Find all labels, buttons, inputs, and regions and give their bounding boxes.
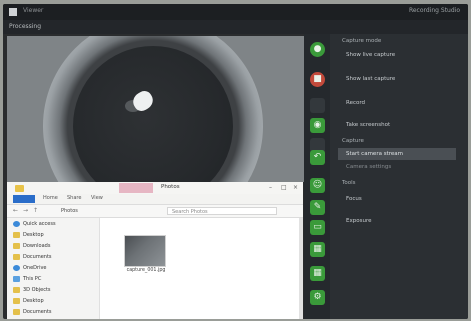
- pc-icon: [13, 275, 20, 282]
- undo-icon[interactable]: ↶: [310, 150, 325, 165]
- menu-item-record[interactable]: Record: [346, 100, 365, 106]
- navigation-pane: Quick access Desktop Downloads Documents…: [7, 218, 100, 319]
- explorer-title: Photos: [161, 184, 180, 190]
- folder-icon: [13, 286, 20, 293]
- star-icon: [13, 220, 20, 227]
- address-bar: ← → ↑ Photos Search Photos: [7, 205, 303, 218]
- tab-share[interactable]: Share: [67, 195, 81, 201]
- back-icon[interactable]: ←: [13, 207, 18, 214]
- folder-icon: [13, 242, 20, 249]
- maximize-icon[interactable]: □: [281, 184, 287, 191]
- mode-label: Processing: [9, 23, 42, 30]
- file-name[interactable]: capture_001.jpg: [118, 268, 174, 274]
- record-icon[interactable]: ●: [310, 42, 325, 57]
- folder-icon: [13, 253, 20, 260]
- scrollbar[interactable]: [299, 218, 303, 319]
- folder-icon: [15, 185, 24, 192]
- nav-item-downloads[interactable]: Downloads: [13, 242, 50, 251]
- nav-item-desktop[interactable]: Desktop: [13, 231, 44, 240]
- folder-icon: [13, 297, 20, 304]
- folder-icon: [13, 308, 20, 315]
- camera-live-view[interactable]: [7, 36, 304, 182]
- window-title: Viewer: [23, 7, 44, 14]
- tab-view[interactable]: View: [91, 195, 103, 201]
- icon-toolbar: ● ■ ◉ ↶ ☺ ✎ ▭ ▦ ▦ ⚙: [304, 34, 330, 319]
- spacer-icon: [310, 98, 325, 113]
- menu-item-exposure[interactable]: Exposure: [346, 218, 371, 224]
- control-side-panel: ● ■ ◉ ↶ ☺ ✎ ▭ ▦ ▦ ⚙ Capture mode Show li…: [304, 34, 468, 319]
- file-explorer-window: Photos – □ × Home Share View ← → ↑ Photo…: [7, 182, 303, 319]
- stop-icon[interactable]: ■: [310, 72, 325, 87]
- app-name-label: Recording Studio: [408, 7, 460, 14]
- search-input[interactable]: Search Photos: [167, 207, 277, 215]
- menu-item-camera-settings[interactable]: Camera settings: [346, 164, 391, 170]
- grid-icon[interactable]: ▦: [310, 242, 325, 257]
- wrench-icon[interactable]: ✎: [310, 200, 325, 215]
- nav-item-quick-access[interactable]: Quick access: [13, 220, 56, 229]
- file-thumbnail[interactable]: [124, 235, 166, 267]
- nav-item-documents-2[interactable]: Documents: [13, 308, 52, 317]
- manage-tab[interactable]: [119, 183, 153, 193]
- app-logo-icon: [9, 8, 17, 16]
- file-tab[interactable]: [13, 195, 35, 203]
- nav-item-3d-objects[interactable]: 3D Objects: [13, 286, 51, 295]
- explorer-title-bar: Photos – □ ×: [7, 182, 303, 194]
- explorer-ribbon: Home Share View: [7, 194, 303, 205]
- close-icon[interactable]: ×: [293, 184, 298, 191]
- settings-icon[interactable]: ⚙: [310, 290, 325, 305]
- folder-icon: [13, 231, 20, 238]
- cloud-icon: [13, 264, 20, 271]
- monitor-screen: Viewer Recording Studio Processing ● ■ ◉…: [3, 4, 468, 319]
- nav-item-this-pc[interactable]: This PC: [13, 275, 41, 284]
- section-header-capture: Capture: [342, 138, 364, 144]
- grid-icon-2[interactable]: ▦: [310, 266, 325, 281]
- nav-item-onedrive[interactable]: OneDrive: [13, 264, 47, 273]
- user-icon[interactable]: ☺: [310, 178, 325, 193]
- menu-item-live-capture[interactable]: Show live capture: [346, 52, 395, 58]
- camera-icon[interactable]: ◉: [310, 118, 325, 133]
- forward-icon[interactable]: →: [23, 207, 28, 214]
- app-title-bar: Viewer Recording Studio: [3, 4, 468, 20]
- file-list: capture_001.jpg: [100, 218, 303, 319]
- minimize-icon[interactable]: –: [269, 184, 272, 191]
- nav-item-documents[interactable]: Documents: [13, 253, 52, 262]
- address-path[interactable]: Photos: [61, 207, 161, 215]
- menu-item-screenshot[interactable]: Take screenshot: [346, 122, 390, 128]
- chat-icon[interactable]: ▭: [310, 220, 325, 235]
- menu-item-focus[interactable]: Focus: [346, 196, 362, 202]
- menu-item-last-capture[interactable]: Show last capture: [346, 76, 395, 82]
- tab-home[interactable]: Home: [43, 195, 58, 201]
- section-header-tools: Tools: [342, 180, 356, 186]
- nav-item-desktop-2[interactable]: Desktop: [13, 297, 44, 306]
- section-header-capture-mode: Capture mode: [342, 38, 382, 44]
- up-icon[interactable]: ↑: [33, 207, 38, 214]
- app-subbar: Processing: [3, 20, 468, 34]
- menu-item-camera-stream[interactable]: Start camera stream: [338, 148, 456, 160]
